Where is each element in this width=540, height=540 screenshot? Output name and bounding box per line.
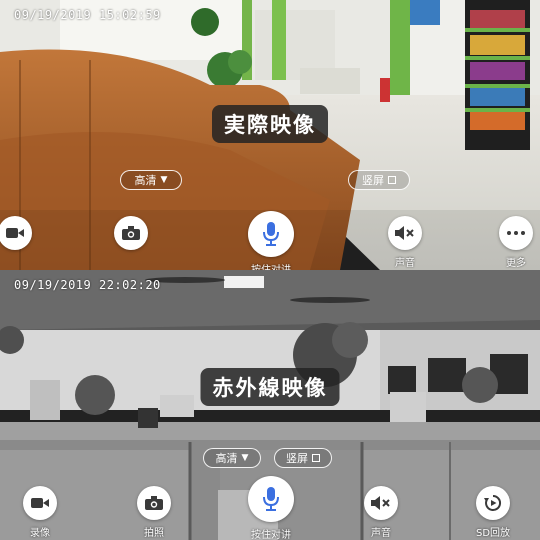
timestamp: 09/19/2019 22:02:20 (14, 278, 161, 292)
fullscreen-icon (312, 454, 320, 462)
sound-control[interactable]: 声音 (375, 216, 435, 269)
quality-selector[interactable]: 高清 ▼ (120, 170, 182, 190)
camera-icon (145, 496, 163, 510)
video-camera-icon (31, 498, 49, 508)
video-camera-icon (6, 228, 24, 238)
fullscreen-icon (388, 176, 396, 184)
microphone-icon (263, 487, 279, 511)
more-control[interactable]: 更多 (486, 216, 540, 269)
fullscreen-toggle[interactable]: 竖屏 (274, 448, 332, 468)
more-label: 更多 (506, 258, 526, 269)
talk-control[interactable]: 按住对讲 (241, 211, 301, 270)
snapshot-button[interactable] (137, 486, 171, 520)
sound-label: 声音 (371, 528, 391, 539)
quality-label: 高清 (215, 452, 238, 465)
fullscreen-label: 竖屏 (286, 452, 308, 465)
talk-label: 按住对讲 (241, 261, 301, 270)
record-button[interactable] (23, 486, 57, 520)
sound-toggle-button[interactable] (388, 216, 422, 250)
push-to-talk-button[interactable] (248, 476, 294, 522)
quality-selector[interactable]: 高清 ▼ (203, 448, 261, 468)
playback-icon (484, 494, 502, 511)
sound-control[interactable]: 声音 (351, 486, 411, 539)
record-control[interactable] (0, 216, 45, 254)
push-to-talk-button[interactable] (248, 211, 294, 257)
quality-label: 高清 (134, 174, 157, 187)
snapshot-label: 拍照 (144, 528, 164, 539)
speaker-muted-icon (395, 226, 414, 240)
sound-label: 声音 (395, 258, 415, 269)
record-label: 录像 (30, 528, 50, 539)
sd-playback-control[interactable]: SD回放 (463, 486, 523, 539)
sd-playback-button[interactable] (476, 486, 510, 520)
more-button[interactable] (499, 216, 533, 250)
sd-playback-label: SD回放 (475, 528, 511, 539)
talk-label: 按住对讲 (251, 530, 291, 540)
more-dots-icon (507, 231, 525, 235)
microphone-icon (263, 222, 279, 246)
snapshot-control[interactable]: 拍照 (124, 486, 184, 539)
speaker-muted-icon (371, 496, 390, 510)
talk-control[interactable]: 按住对讲 (241, 476, 301, 540)
view-caption: 赤外線映像 (200, 368, 340, 406)
dropdown-arrow-icon: ▼ (160, 175, 168, 185)
record-button[interactable] (0, 216, 32, 250)
record-control[interactable]: 录像 (10, 486, 70, 539)
camera-icon (122, 226, 140, 240)
daylight-video-view: 09/19/2019 15:02:59 実際映像 高清 ▼ 竖屏 声音 更多 (0, 0, 540, 270)
snapshot-control[interactable] (101, 216, 161, 254)
view-caption: 実際映像 (212, 105, 328, 143)
timestamp: 09/19/2019 15:02:59 (14, 8, 161, 22)
fullscreen-toggle[interactable]: 竖屏 (348, 170, 410, 190)
infrared-video-view: 09/19/2019 22:02:20 赤外線映像 高清 ▼ 竖屏 录像 拍照 (0, 270, 540, 540)
sound-toggle-button[interactable] (364, 486, 398, 520)
dropdown-arrow-icon: ▼ (241, 453, 249, 463)
snapshot-button[interactable] (114, 216, 148, 250)
fullscreen-label: 竖屏 (362, 174, 384, 187)
